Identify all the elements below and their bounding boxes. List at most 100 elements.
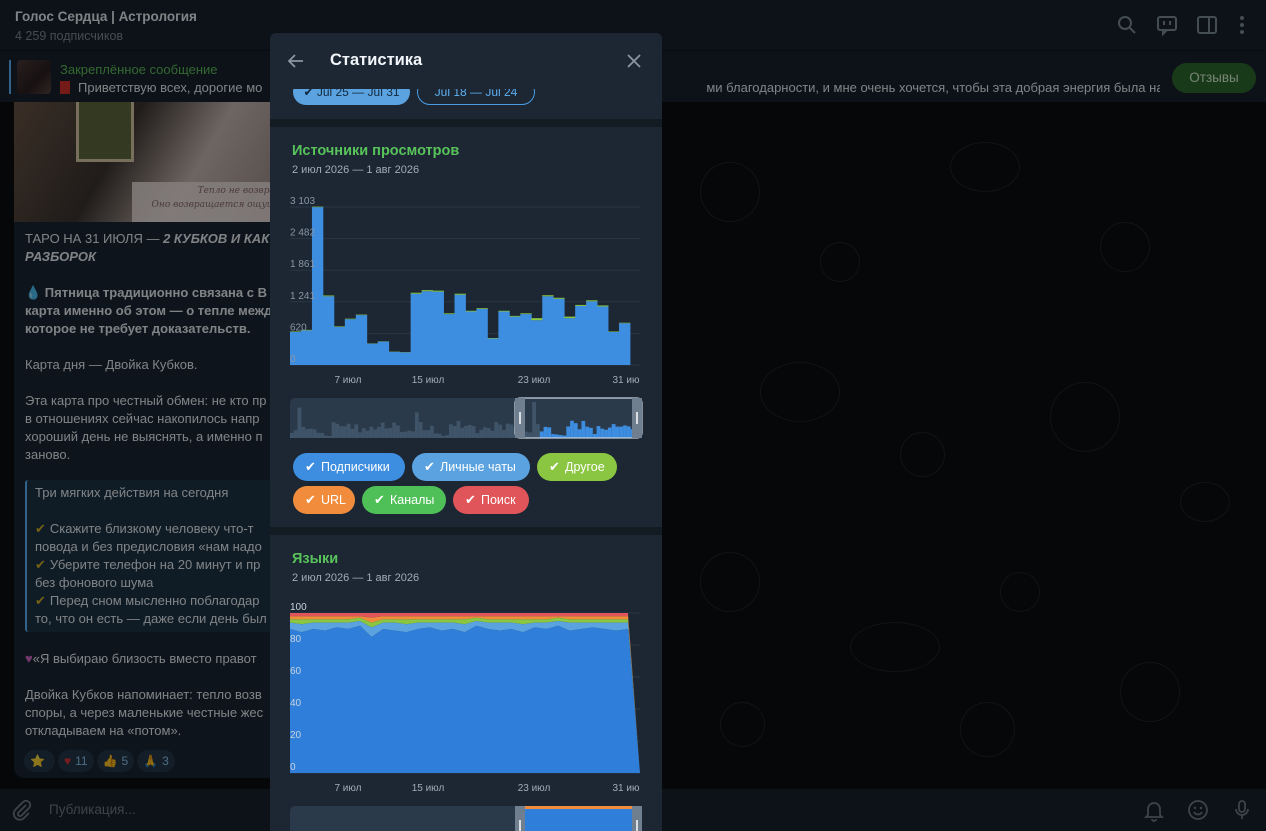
navigator-fill [515,806,642,831]
bar-subscribers [399,352,412,365]
filter-chip[interactable]: ✔ Другое [537,453,617,481]
check-icon: ✔ [305,492,316,507]
x-tick-label: 23 июл [518,375,551,386]
navigator-bar [411,431,415,438]
navigator-bar [445,435,449,438]
bar-subscribers [586,301,598,365]
bar-subscribers [388,351,401,365]
statistics-title: Статистика [330,51,423,69]
bar-other [454,293,466,295]
bar-subscribers [498,311,510,365]
bar-other [531,318,543,321]
navigator-bar [395,425,400,438]
bar-other [586,300,598,302]
navigator-bar [536,424,540,438]
bar-subscribers [322,296,335,365]
bar-other [344,318,357,320]
y-tick-label: 0 [290,762,296,773]
navigator-bar [339,426,343,438]
navigator-bar [441,435,446,438]
y-tick-label: 100 [290,602,307,613]
bar-subscribers [366,343,379,365]
bar-other [432,290,444,292]
filter-chip[interactable]: ✔ Личные чаты [412,453,530,481]
navigator-bar [479,429,484,438]
y-tick-label: 1 241 [290,291,315,302]
bar-other [608,331,620,332]
filter-chip[interactable]: ✔ Каналы [362,486,446,514]
languages-chart[interactable]: 0 20 40 60 80 100 7 июл 15 июл 23 июл 31 ию [270,593,662,831]
navigator-bar [388,427,393,438]
back-arrow-icon[interactable] [286,51,306,71]
filter-chip[interactable]: ✔ Поиск [453,486,529,514]
navigator-bar [483,427,487,438]
filter-chip[interactable]: ✔ URL [293,486,355,514]
navigator-bar [312,429,317,438]
navigator-bar [327,436,332,438]
y-tick-label: 1 861 [290,259,315,270]
navigator-bar [335,423,340,438]
views-sources-chart[interactable]: 0 620 1 241 1 861 2 482 3 103 7 июл 15 июл 23 ию… [270,183,662,443]
bar-subscribers [608,331,620,365]
bar-other [421,290,433,292]
filter-chip-label: Другое [565,460,605,474]
navigator-bar [577,429,582,438]
navigator-bar [430,425,434,438]
navigator-bar [532,402,537,438]
navigator-bar [611,424,616,438]
navigator-bar [464,425,468,438]
bar-subscribers [300,330,313,365]
navigator-bar [354,424,359,438]
bar-other [465,310,477,312]
navigator-bar [475,433,480,438]
bar-subscribers [410,293,423,365]
navigator-bar [509,424,514,438]
navigator-bar [600,428,605,438]
bar-subscribers [465,311,477,365]
statistics-header: Статистика [270,33,662,89]
bar-subscribers [432,291,444,365]
navigator-bar [380,422,385,438]
navigator-bar [539,431,544,438]
navigator-bar [596,426,601,438]
navigator-bar [543,426,548,438]
language-area [290,625,640,773]
bar-other [542,295,554,297]
navigator-bar [619,426,624,438]
navigator-bar [414,412,419,438]
x-tick-label: 31 ию [613,375,640,386]
bar-subscribers [487,338,499,365]
filter-chip[interactable]: ✔ Подписчики [293,453,405,481]
navigator-bar [358,432,362,438]
bar-other [322,295,335,297]
navigator-bar [297,407,302,438]
navigator-bar [324,435,328,438]
check-icon: ✔ [374,492,385,507]
bar-subscribers [421,291,433,365]
navigator-bar [399,431,404,438]
y-tick-label: 80 [290,634,302,645]
navigator-bar [623,425,627,438]
bar-other [498,310,510,312]
navigator-bar [403,431,408,438]
bar-subscribers [520,314,532,365]
navigator-bar [448,424,453,438]
bar-subscribers [454,294,466,365]
filter-chip-label: Личные чаты [440,460,516,474]
bar-other [355,314,368,316]
bar-other [597,305,609,307]
bar-subscribers [355,315,368,365]
navigator-bar [604,429,608,438]
bar-other [487,338,499,339]
bar-other [520,313,532,315]
navigator-bar [547,427,552,438]
bar-subscribers [443,314,455,365]
navigator-bar [384,428,389,438]
bar-subscribers [597,306,609,365]
sources-section-title: Источники просмотров [292,143,460,159]
bar-subscribers [564,318,576,365]
navigator-bar [331,422,336,438]
bar-other [333,326,346,327]
filter-chip-label: Каналы [390,493,435,507]
close-icon[interactable] [624,51,644,71]
